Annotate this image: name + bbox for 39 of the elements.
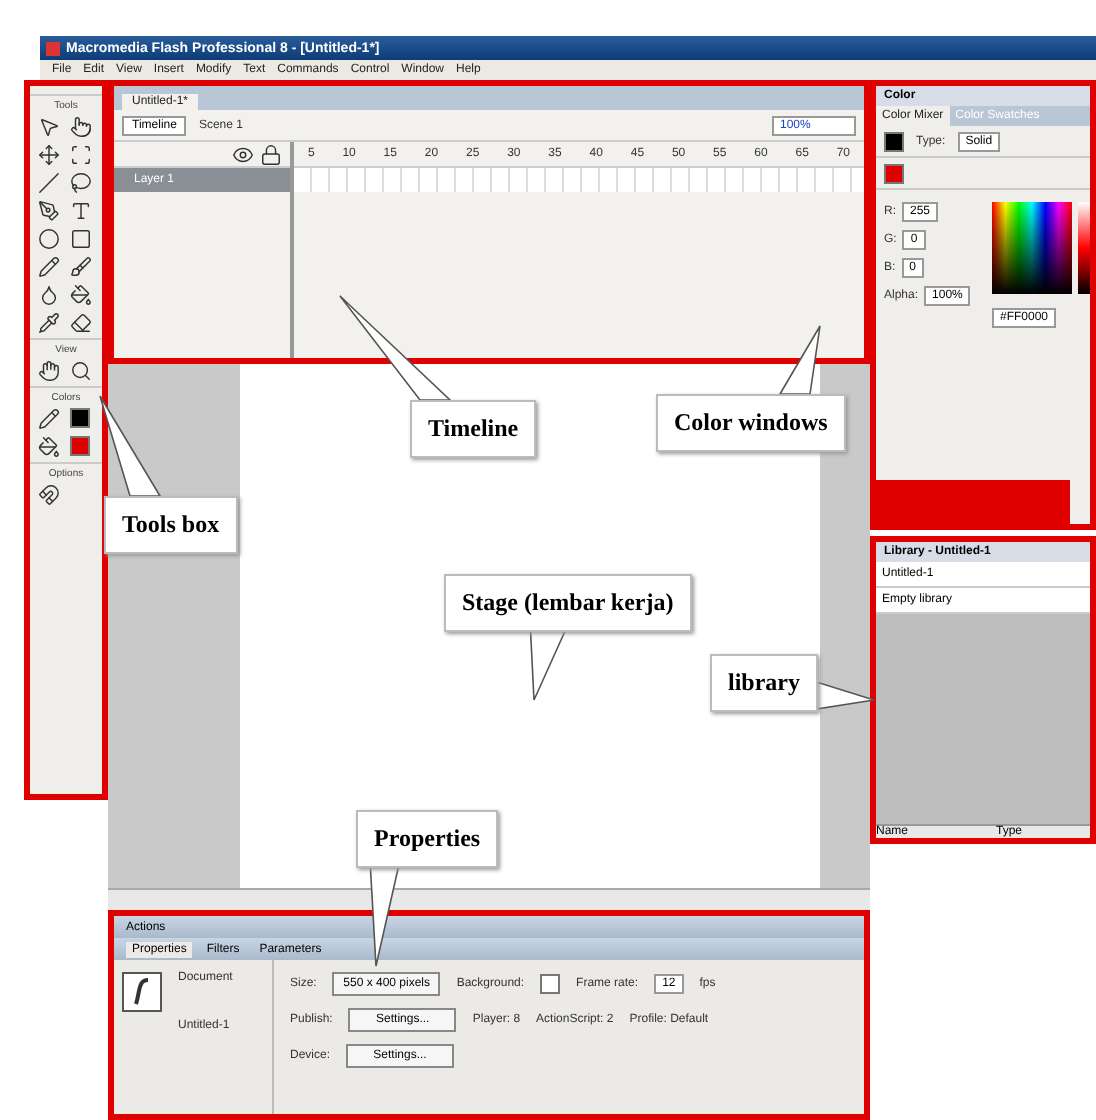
callout-pointer xyxy=(778,325,821,395)
pencil-icon[interactable] xyxy=(38,256,60,278)
arrow-icon[interactable] xyxy=(38,116,60,138)
pen-icon[interactable] xyxy=(38,200,60,222)
lasso-icon[interactable] xyxy=(70,172,92,194)
fill-swatch[interactable] xyxy=(884,163,904,183)
pipette-icon[interactable] xyxy=(38,312,60,334)
lock-icon[interactable] xyxy=(260,143,282,165)
move-icon[interactable] xyxy=(38,144,60,166)
fill-swatch[interactable] xyxy=(70,436,90,456)
callout-pointer xyxy=(339,295,452,401)
eraser-icon[interactable] xyxy=(70,312,92,334)
bucket-icon[interactable] xyxy=(70,284,92,306)
brush-icon[interactable] xyxy=(70,256,92,278)
square-icon[interactable] xyxy=(70,228,92,250)
app-icon xyxy=(46,41,60,55)
zoom-icon[interactable] xyxy=(70,360,92,382)
line-icon[interactable] xyxy=(38,172,60,194)
stroke-swatch[interactable] xyxy=(70,408,90,428)
callout-pointer xyxy=(99,395,162,497)
frame-icon[interactable] xyxy=(70,144,92,166)
magnet-icon[interactable] xyxy=(38,484,60,506)
droplet-icon[interactable] xyxy=(38,284,60,306)
text-icon[interactable] xyxy=(70,200,92,222)
color-spectrum[interactable] xyxy=(992,202,1072,294)
hand-icon[interactable] xyxy=(38,360,60,382)
stroke-icon[interactable] xyxy=(38,408,60,430)
brightness-ramp[interactable] xyxy=(1078,202,1090,294)
circle-icon[interactable] xyxy=(38,228,60,250)
background-swatch[interactable] xyxy=(540,974,561,994)
callout: Timeline xyxy=(410,400,537,458)
stroke-swatch[interactable] xyxy=(884,131,904,151)
flash-document-icon xyxy=(122,972,162,1012)
fill-icon[interactable] xyxy=(38,436,60,458)
frame-track[interactable] xyxy=(294,168,864,192)
eye-icon[interactable] xyxy=(232,143,254,165)
scroll-bar[interactable] xyxy=(108,888,870,910)
callout: Tools box xyxy=(104,496,238,554)
pointer-icon[interactable] xyxy=(70,116,92,138)
